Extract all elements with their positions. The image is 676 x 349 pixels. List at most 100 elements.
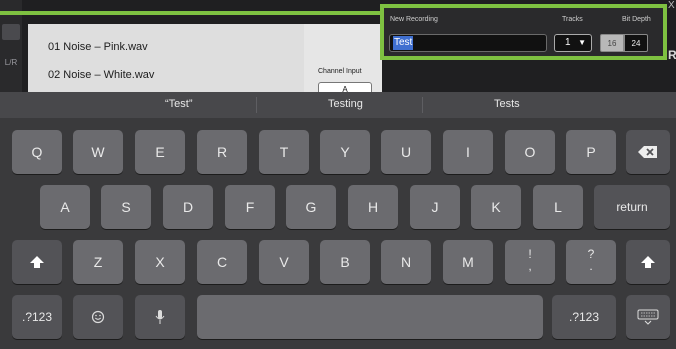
file-list-panel [28,24,304,92]
key[interactable]: C [197,240,247,284]
key[interactable]: L [533,185,583,229]
key[interactable]: Y [320,130,370,174]
new-recording-label: New Recording [390,16,438,23]
shift-icon [626,255,670,269]
key-label: Q [31,144,43,160]
microphone-key[interactable] [135,295,185,339]
chevron-down-icon: ▼ [578,38,586,47]
suggestion-item[interactable]: Tests [494,98,520,110]
file-item[interactable]: 01 Noise – Pink.wav [48,41,148,53]
key-label: R [216,144,228,160]
emoji-icon [73,310,123,324]
key-label: H [367,199,379,215]
key-label: O [524,144,536,160]
keyboard-dismiss-key[interactable] [626,295,670,339]
left-strip-label: L/R [4,58,18,67]
key[interactable]: B [320,240,370,284]
backspace-icon [626,145,670,159]
key[interactable]: T [259,130,309,174]
key[interactable]: F [225,185,275,229]
key-label: B [340,254,350,270]
exclamation-comma-key[interactable]: ! , [505,240,555,284]
bit-depth-16-button[interactable]: 16 [600,34,624,52]
key-label: S [121,199,131,215]
key-label: W [91,144,105,160]
key-label: E [155,144,165,160]
key-label: Z [93,254,103,270]
key[interactable]: I [443,130,493,174]
space-bar[interactable] [197,295,543,339]
key-label: T [279,144,289,160]
highlight-bar [0,11,380,15]
key[interactable]: N [381,240,431,284]
key[interactable]: A [40,185,90,229]
key-label: M [462,254,474,270]
suggestion-item[interactable]: Testing [328,98,363,110]
key-label: A [60,199,70,215]
bit-depth-24-button[interactable]: 24 [624,34,648,52]
key-label-bottom: . [589,259,593,273]
file-item[interactable]: 02 Noise – White.wav [48,69,154,81]
bit-depth-label: Bit Depth [622,16,651,23]
right-edge-label: R [668,48,676,62]
left-strip-tab[interactable] [2,24,20,40]
key[interactable]: O [505,130,555,174]
key-label: G [305,199,317,215]
numbers-key-right[interactable]: .?123 [552,295,616,339]
return-key[interactable]: return [594,185,670,229]
question-period-key[interactable]: ? . [566,240,616,284]
recording-name-field[interactable]: Test [389,34,547,52]
key[interactable]: S [101,185,151,229]
key-label: X [155,254,165,270]
key[interactable]: E [135,130,185,174]
microphone-icon [135,309,185,325]
key-label: L [554,199,562,215]
suggestion-item[interactable]: “Test” [165,98,193,110]
key-label: N [400,254,412,270]
shift-key-left[interactable] [12,240,62,284]
channel-input-label: Channel Input [318,68,362,75]
recording-name-value: Test [393,36,414,50]
key-label: J [431,199,439,215]
suggestion-divider [256,97,257,113]
tracks-label: Tracks [562,16,583,23]
keyboard: Q W E R T Y U I O P A S D F G H J K L re… [0,118,676,349]
key-label: P [586,144,596,160]
close-icon[interactable]: X [668,0,675,11]
key-label: .?123 [21,310,53,324]
key-label: U [400,144,412,160]
key[interactable]: X [135,240,185,284]
key-label: .?123 [568,310,600,324]
backspace-key[interactable] [626,130,670,174]
keyboard-dismiss-icon [626,309,670,325]
key[interactable]: J [410,185,460,229]
tracks-value: 1 [565,37,571,48]
key[interactable]: W [73,130,123,174]
key-label: K [491,199,501,215]
key-label: I [466,144,470,160]
key[interactable]: D [163,185,213,229]
key-label: F [245,199,255,215]
key[interactable]: G [286,185,336,229]
emoji-key[interactable] [73,295,123,339]
key[interactable]: K [471,185,521,229]
key-label-bottom: , [528,259,532,273]
suggestion-divider [422,97,423,113]
tracks-select[interactable]: 1 ▼ [554,34,592,52]
shift-icon [12,255,62,269]
shift-key-right[interactable] [626,240,670,284]
key[interactable]: R [197,130,247,174]
key-label: Y [340,144,350,160]
key[interactable]: P [566,130,616,174]
key-label: V [279,254,289,270]
key-label: return [616,200,648,214]
key[interactable]: H [348,185,398,229]
key[interactable]: V [259,240,309,284]
key-label: D [182,199,194,215]
numbers-key-left[interactable]: .?123 [12,295,62,339]
key[interactable]: U [381,130,431,174]
key[interactable]: M [443,240,493,284]
key-label: C [216,254,228,270]
key[interactable]: Q [12,130,62,174]
key[interactable]: Z [73,240,123,284]
